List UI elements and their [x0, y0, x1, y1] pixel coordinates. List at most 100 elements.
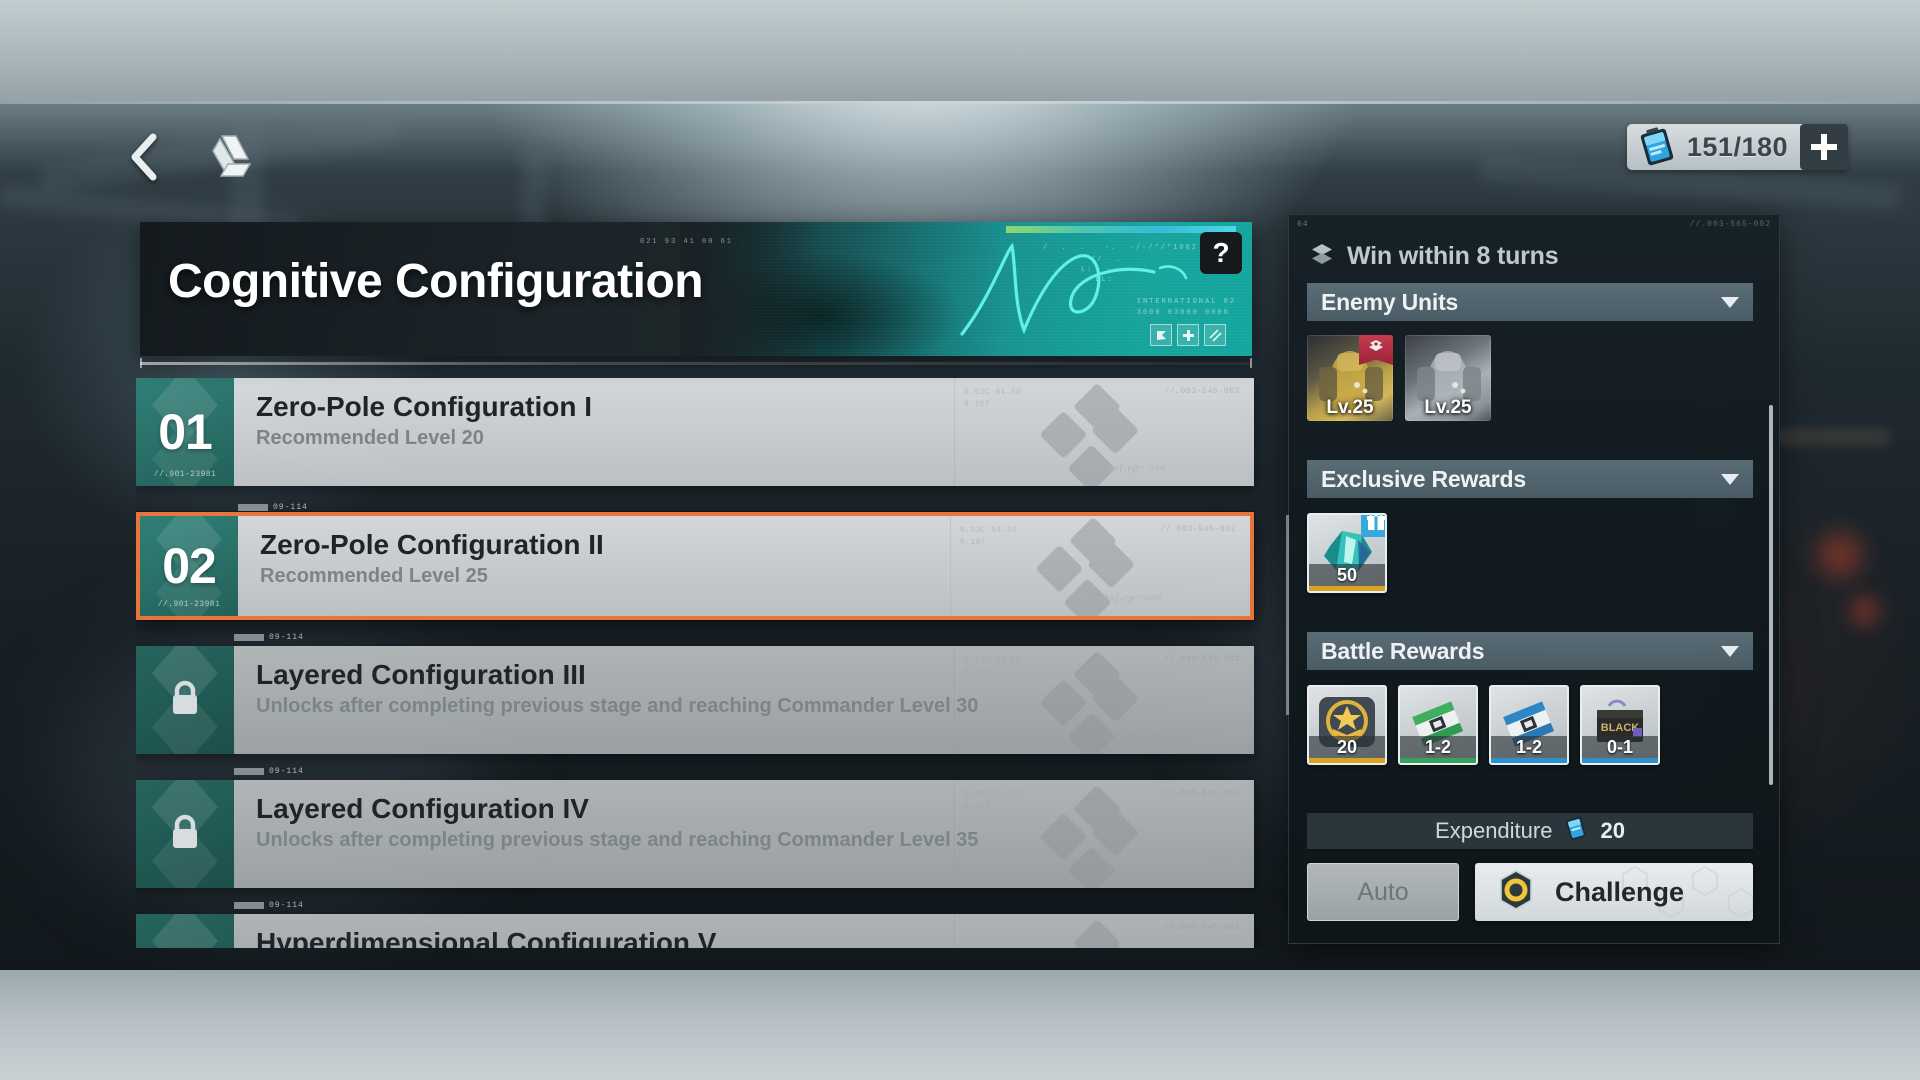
stage-row-2[interactable]: 09-114 02 //.901-23981 Zero-Pole Configu…: [136, 503, 1254, 620]
stage-row-tag: 09-114: [238, 503, 308, 512]
panel-code-right: //.003-565-002: [1689, 220, 1771, 229]
letterbox-bottom: [0, 970, 1920, 1080]
diamond-watermark-icon: [152, 914, 218, 948]
stage-name: Layered Configuration IV: [256, 793, 589, 824]
top-bar: 151/180: [0, 112, 1920, 208]
stage-art-scribble: j-; c0nf-ep~ one: [1085, 461, 1167, 476]
stage-badge: [136, 646, 234, 754]
challenge-button[interactable]: Challenge: [1475, 863, 1753, 921]
stage-row-tag-text: 09-114: [269, 901, 304, 910]
enemy-unit-card-1[interactable]: Lv.25: [1307, 335, 1393, 421]
stage-name: Layered Configuration III: [256, 659, 586, 690]
reward-card-green-data-chip[interactable]: 1-2: [1398, 685, 1478, 765]
reward-quantity: 20: [1309, 736, 1385, 758]
stage-subtitle: Unlocks after completing previous stage …: [256, 829, 979, 852]
chevron-left-icon: [127, 133, 161, 186]
section-header-exclusive-rewards[interactable]: Exclusive Rewards: [1307, 460, 1753, 498]
gift-icon: [1361, 515, 1385, 537]
layered-hex-icon: [1309, 241, 1335, 272]
reward-quantity: 50: [1309, 564, 1385, 586]
stamina-add-button[interactable]: [1800, 124, 1848, 170]
stage-body: Hyperdimensional Configuration V //.003-…: [234, 914, 1254, 948]
expenditure-label: Expenditure: [1435, 818, 1553, 843]
stage-row-5[interactable]: 09-114 Hyperdimensional Configuration V …: [136, 901, 1254, 948]
stage-row-tag-text: 09-114: [273, 503, 308, 512]
section-label-enemy-units: Enemy Units: [1321, 288, 1459, 315]
panel-scrollbar[interactable]: [1769, 405, 1773, 885]
stage-row-1[interactable]: 09-114 01 //.901-23981 Zero-Pole Configu…: [136, 378, 1254, 486]
enemy-unit-card-2[interactable]: Lv.25: [1405, 335, 1491, 421]
page-title: Cognitive Configuration: [168, 255, 704, 308]
panel-scroll-thumb[interactable]: [1769, 405, 1773, 785]
reward-rarity-bar: [1309, 758, 1385, 763]
drive-triangle-logo-icon: [203, 133, 255, 186]
reward-rarity-bar: [1582, 758, 1658, 763]
expenditure-value: 20: [1600, 818, 1625, 843]
action-button-row: Auto Challenge: [1307, 863, 1753, 921]
section-header-battle-rewards[interactable]: Battle Rewards: [1307, 632, 1753, 670]
reward-quantity: 1-2: [1491, 736, 1567, 758]
lock-icon: [168, 678, 202, 723]
stage-row-4[interactable]: 09-114 Layered Configuration IV Unlocks …: [136, 767, 1254, 888]
stage-body: Zero-Pole Configuration I Recommended Le…: [234, 378, 1254, 486]
stage-number: 01: [158, 404, 213, 460]
expenditure-row: Expenditure 20: [1307, 813, 1753, 849]
stage-subtitle: Recommended Level 20: [256, 427, 484, 450]
objective-text: Win within 8 turns: [1347, 242, 1559, 270]
chevron-down-icon[interactable]: [1721, 296, 1739, 308]
stage-row-tag-text: 09-114: [269, 767, 304, 776]
stage-row-3[interactable]: 09-114 Layered Configuration III Unlocks…: [136, 633, 1254, 754]
reward-card-commander-exp-badge[interactable]: 20: [1307, 685, 1387, 765]
exclusive-reward-list: 50: [1307, 513, 1387, 593]
stage-art-scribble: j-; c0nf-ep~ one: [1085, 729, 1167, 744]
badge-stripe-icon: [1204, 324, 1226, 346]
hex-ring-icon: [1495, 869, 1537, 916]
reward-card-supply-crate[interactable]: BLACK 0-1: [1580, 685, 1660, 765]
back-button[interactable]: [118, 130, 170, 188]
panel-code-left: 64: [1297, 220, 1309, 229]
stage-subtitle: Recommended Level 25: [260, 565, 488, 588]
stage-row-tag: 09-114: [234, 633, 304, 642]
challenge-label: Challenge: [1555, 876, 1685, 907]
stage-number: 02: [162, 538, 217, 594]
reward-card-blue-data-chip[interactable]: 1-2: [1489, 685, 1569, 765]
badge-flag-icon: [1150, 324, 1172, 346]
game-screen: 151/180 / . . -. -/-/*/*1002 // . L: - L…: [0, 0, 1920, 1080]
stage-badge: 01 //.901-23981: [136, 378, 234, 486]
section-label-battle-rewards: Battle Rewards: [1321, 637, 1485, 664]
reward-rarity-bar: [1400, 758, 1476, 763]
stage-body: Layered Configuration III Unlocks after …: [234, 646, 1254, 754]
enemy-unit-level: Lv.25: [1326, 397, 1374, 418]
stamina-counter[interactable]: 151/180: [1626, 124, 1848, 170]
enemy-unit-list: Lv.25 Lv.25: [1307, 335, 1491, 421]
panel-edge-accent: [1286, 515, 1289, 715]
lock-icon: [168, 812, 202, 857]
stage-row-tag: 09-114: [234, 767, 304, 776]
banner-tick-right: [1250, 358, 1252, 368]
banner-underline: [140, 362, 1252, 365]
section-header-enemy-units[interactable]: Enemy Units: [1307, 283, 1753, 321]
stage-row-tag: 09-114: [234, 901, 304, 910]
stage-name: Zero-Pole Configuration I: [256, 391, 592, 422]
stage-badge: [136, 914, 234, 948]
page-banner: / . . -. -/-/*/*1002 // . L: - LL: INTER…: [140, 222, 1252, 356]
stage-subtitle: Unlocks after completing previous stage …: [256, 695, 979, 718]
chevron-down-icon[interactable]: [1721, 645, 1739, 657]
banner-badge-row: [1150, 324, 1226, 346]
stage-list[interactable]: 09-114 01 //.901-23981 Zero-Pole Configu…: [136, 378, 1266, 948]
auto-button[interactable]: Auto: [1307, 863, 1459, 921]
banner-tick-left: [140, 358, 142, 368]
chevron-down-icon[interactable]: [1721, 473, 1739, 485]
reward-quantity: 1-2: [1400, 736, 1476, 758]
app-logo-button[interactable]: [200, 132, 258, 186]
stamina-battery-icon: [1635, 126, 1679, 168]
stage-body: Layered Configuration IV Unlocks after c…: [234, 780, 1254, 888]
badge-dpad-icon: [1177, 324, 1199, 346]
help-button[interactable]: ?: [1200, 232, 1242, 274]
battle-reward-list: 20 1-2 1-2 BLACK 0-1: [1307, 685, 1660, 765]
stamina-value: 151/180: [1686, 131, 1788, 162]
stage-name: Zero-Pole Configuration II: [260, 529, 604, 560]
objective-row: Win within 8 turns: [1309, 241, 1559, 272]
stage-row-tag-text: 09-114: [269, 633, 304, 642]
reward-card-teal-crystal-item[interactable]: 50: [1307, 513, 1387, 593]
